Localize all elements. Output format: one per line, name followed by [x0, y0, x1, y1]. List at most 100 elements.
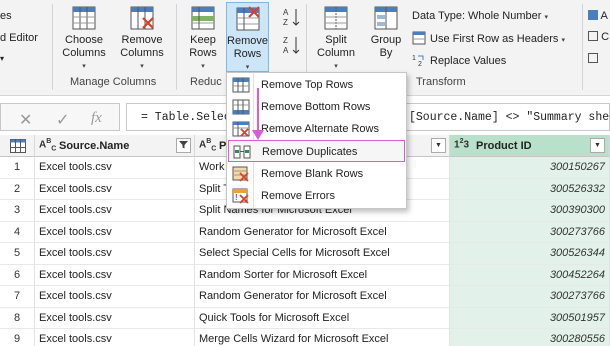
fx-icon[interactable]: fx	[91, 110, 102, 127]
ribbon-right-partial-2[interactable]: C	[588, 31, 609, 43]
ribbon-right-partial-1[interactable]: A	[588, 10, 608, 22]
choose-columns-label-2: Columns ▾	[58, 47, 110, 73]
sort-ascending-button[interactable]: A Z	[282, 6, 302, 32]
source-name-cell[interactable]: Excel tools.csv	[35, 329, 195, 346]
row-number[interactable]: 3	[0, 200, 35, 222]
source-name-cell[interactable]: Excel tools.csv	[35, 178, 195, 200]
split-column-label-2-text: Column	[317, 47, 355, 59]
product-cell[interactable]: Random Generator for Microsoft Excel	[195, 286, 450, 308]
remove-blank-rows-icon	[232, 166, 249, 182]
row-number[interactable]: 9	[0, 329, 35, 346]
remove-columns-button[interactable]: Remove Columns ▾	[114, 4, 170, 73]
svg-text:!: !	[235, 193, 238, 202]
ribbon-partial-text-1[interactable]: es	[0, 10, 12, 22]
product-id-cell[interactable]: 300501957	[450, 307, 610, 329]
product-cell[interactable]: Random Sorter for Microsoft Excel	[195, 264, 450, 286]
ribbon-separator	[176, 4, 177, 90]
keep-rows-label-1: Keep	[190, 34, 216, 46]
choose-columns-button[interactable]: Choose Columns ▾	[58, 4, 110, 73]
sort-ascending-icon: A Z	[283, 8, 300, 27]
group-label-reduce-rows: Reduc	[190, 76, 222, 88]
group-by-label-2: By	[379, 47, 393, 59]
source-name-cell[interactable]: Excel tools.csv	[35, 221, 195, 243]
ribbon-right-partial-1-text: A	[600, 10, 608, 22]
choose-columns-icon	[72, 6, 96, 30]
svg-text:1: 1	[412, 55, 416, 62]
replace-values-label: Replace Values	[430, 55, 507, 67]
source-name-cell[interactable]: Excel tools.csv	[35, 286, 195, 308]
ribbon-right-partial-2-text: C	[601, 31, 610, 43]
text-type-icon: ABC	[199, 138, 217, 153]
remove-columns-label-2-text: Columns	[120, 47, 164, 59]
source-name-cell[interactable]: Excel tools.csv	[35, 264, 195, 286]
product-id-cell[interactable]: 300273766	[450, 221, 610, 243]
row-number[interactable]: 5	[0, 243, 35, 265]
sort-descending-button[interactable]: Z A	[282, 34, 302, 60]
replace-values-button[interactable]: 1 2 Replace Values	[412, 53, 507, 68]
source-name-cell[interactable]: Excel tools.csv	[35, 307, 195, 329]
column-icon	[588, 53, 598, 63]
cancel-formula-icon[interactable]: ✕	[19, 110, 32, 130]
remove-duplicates-icon	[233, 145, 251, 159]
split-column-button[interactable]: Split Column ▾	[312, 4, 360, 73]
source-name-cell[interactable]: Excel tools.csv	[35, 243, 195, 265]
row-number[interactable]: 7	[0, 286, 35, 308]
remove-rows-button[interactable]: Remove Rows ▾	[226, 2, 269, 72]
data-type-label: Data Type: Whole Number	[412, 10, 542, 22]
row-number[interactable]: 8	[0, 307, 35, 329]
row-number[interactable]: 1	[0, 157, 35, 179]
product-cell[interactable]: Merge Cells Wizard for Microsoft Excel	[195, 329, 450, 346]
table-row[interactable]: 6 Excel tools.csv Random Sorter for Micros…	[0, 264, 610, 286]
menu-item-label: Remove Duplicates	[262, 146, 358, 158]
use-first-row-button[interactable]: Use First Row as Headers ▾	[412, 31, 565, 45]
filter-icon[interactable]	[176, 138, 191, 153]
chevron-down-icon: ▾	[561, 37, 565, 44]
formula-controls: ✕ ✓ fx	[0, 103, 120, 131]
ribbon-right-partial-3[interactable]	[588, 53, 598, 65]
product-cell[interactable]: Random Generator for Microsoft Excel	[195, 221, 450, 243]
ribbon-separator	[52, 4, 53, 90]
table-row[interactable]: 5 Excel tools.csv Select Special Cells for…	[0, 243, 610, 265]
row-number[interactable]: 6	[0, 264, 35, 286]
menu-item-remove-errors[interactable]: ! Remove Errors	[228, 185, 405, 207]
product-cell[interactable]: Quick Tools for Microsoft Excel	[195, 307, 450, 329]
remove-columns-label-1: Remove	[121, 34, 163, 46]
table-row[interactable]: 4 Excel tools.csv Random Generator for Mic…	[0, 221, 610, 243]
product-cell[interactable]: Select Special Cells for Microsoft Excel	[195, 243, 450, 265]
svg-text:A: A	[283, 46, 289, 55]
chevron-down-icon[interactable]: ▼	[590, 138, 605, 153]
table-row[interactable]: 7 Excel tools.csv Random Generator for Mic…	[0, 286, 610, 308]
product-id-cell[interactable]: 300526344	[450, 243, 610, 265]
source-name-cell[interactable]: Excel tools.csv	[35, 200, 195, 222]
sort-descending-icon: Z A	[283, 36, 300, 55]
advanced-editor-partial[interactable]: d Editor	[0, 32, 38, 44]
confirm-formula-icon[interactable]: ✓	[56, 110, 69, 130]
product-id-cell[interactable]: 300273766	[450, 286, 610, 308]
ribbon-partial-caret[interactable]: ▾	[0, 54, 4, 63]
row-number[interactable]: 2	[0, 178, 35, 200]
chevron-down-icon[interactable]: ▼	[431, 138, 446, 153]
product-id-cell[interactable]: 300150267	[450, 157, 610, 179]
product-id-cell[interactable]: 300390300	[450, 200, 610, 222]
row-number[interactable]: 4	[0, 221, 35, 243]
column-header-product-id[interactable]: 123 Product ID ▼	[450, 135, 610, 157]
split-column-icon	[324, 6, 348, 30]
menu-item-label: Remove Errors	[261, 190, 335, 202]
menu-item-remove-blank-rows[interactable]: Remove Blank Rows	[228, 163, 405, 185]
product-id-cell[interactable]: 300452264	[450, 264, 610, 286]
table-row[interactable]: 9 Excel tools.csv Merge Cells Wizard for M…	[0, 329, 610, 346]
keep-rows-button[interactable]: Keep Rows ▾	[182, 4, 224, 73]
svg-text:Z: Z	[283, 36, 288, 45]
source-name-cell[interactable]: Excel tools.csv	[35, 157, 195, 179]
table-menu-button[interactable]	[0, 135, 35, 157]
data-type-dropdown[interactable]: Data Type: Whole Number ▾	[412, 10, 548, 22]
product-id-cell[interactable]: 300526332	[450, 178, 610, 200]
group-by-icon	[374, 6, 398, 30]
table-row[interactable]: 8 Excel tools.csv Quick Tools for Microsof…	[0, 307, 610, 329]
product-id-cell[interactable]: 300280556	[450, 329, 610, 346]
column-icon	[588, 10, 598, 20]
column-header-label: Product ID	[476, 140, 532, 152]
menu-item-label: Remove Alternate Rows	[261, 123, 379, 135]
column-header-source-name[interactable]: ABC Source.Name	[35, 135, 195, 157]
group-by-button[interactable]: Group By	[364, 4, 408, 60]
